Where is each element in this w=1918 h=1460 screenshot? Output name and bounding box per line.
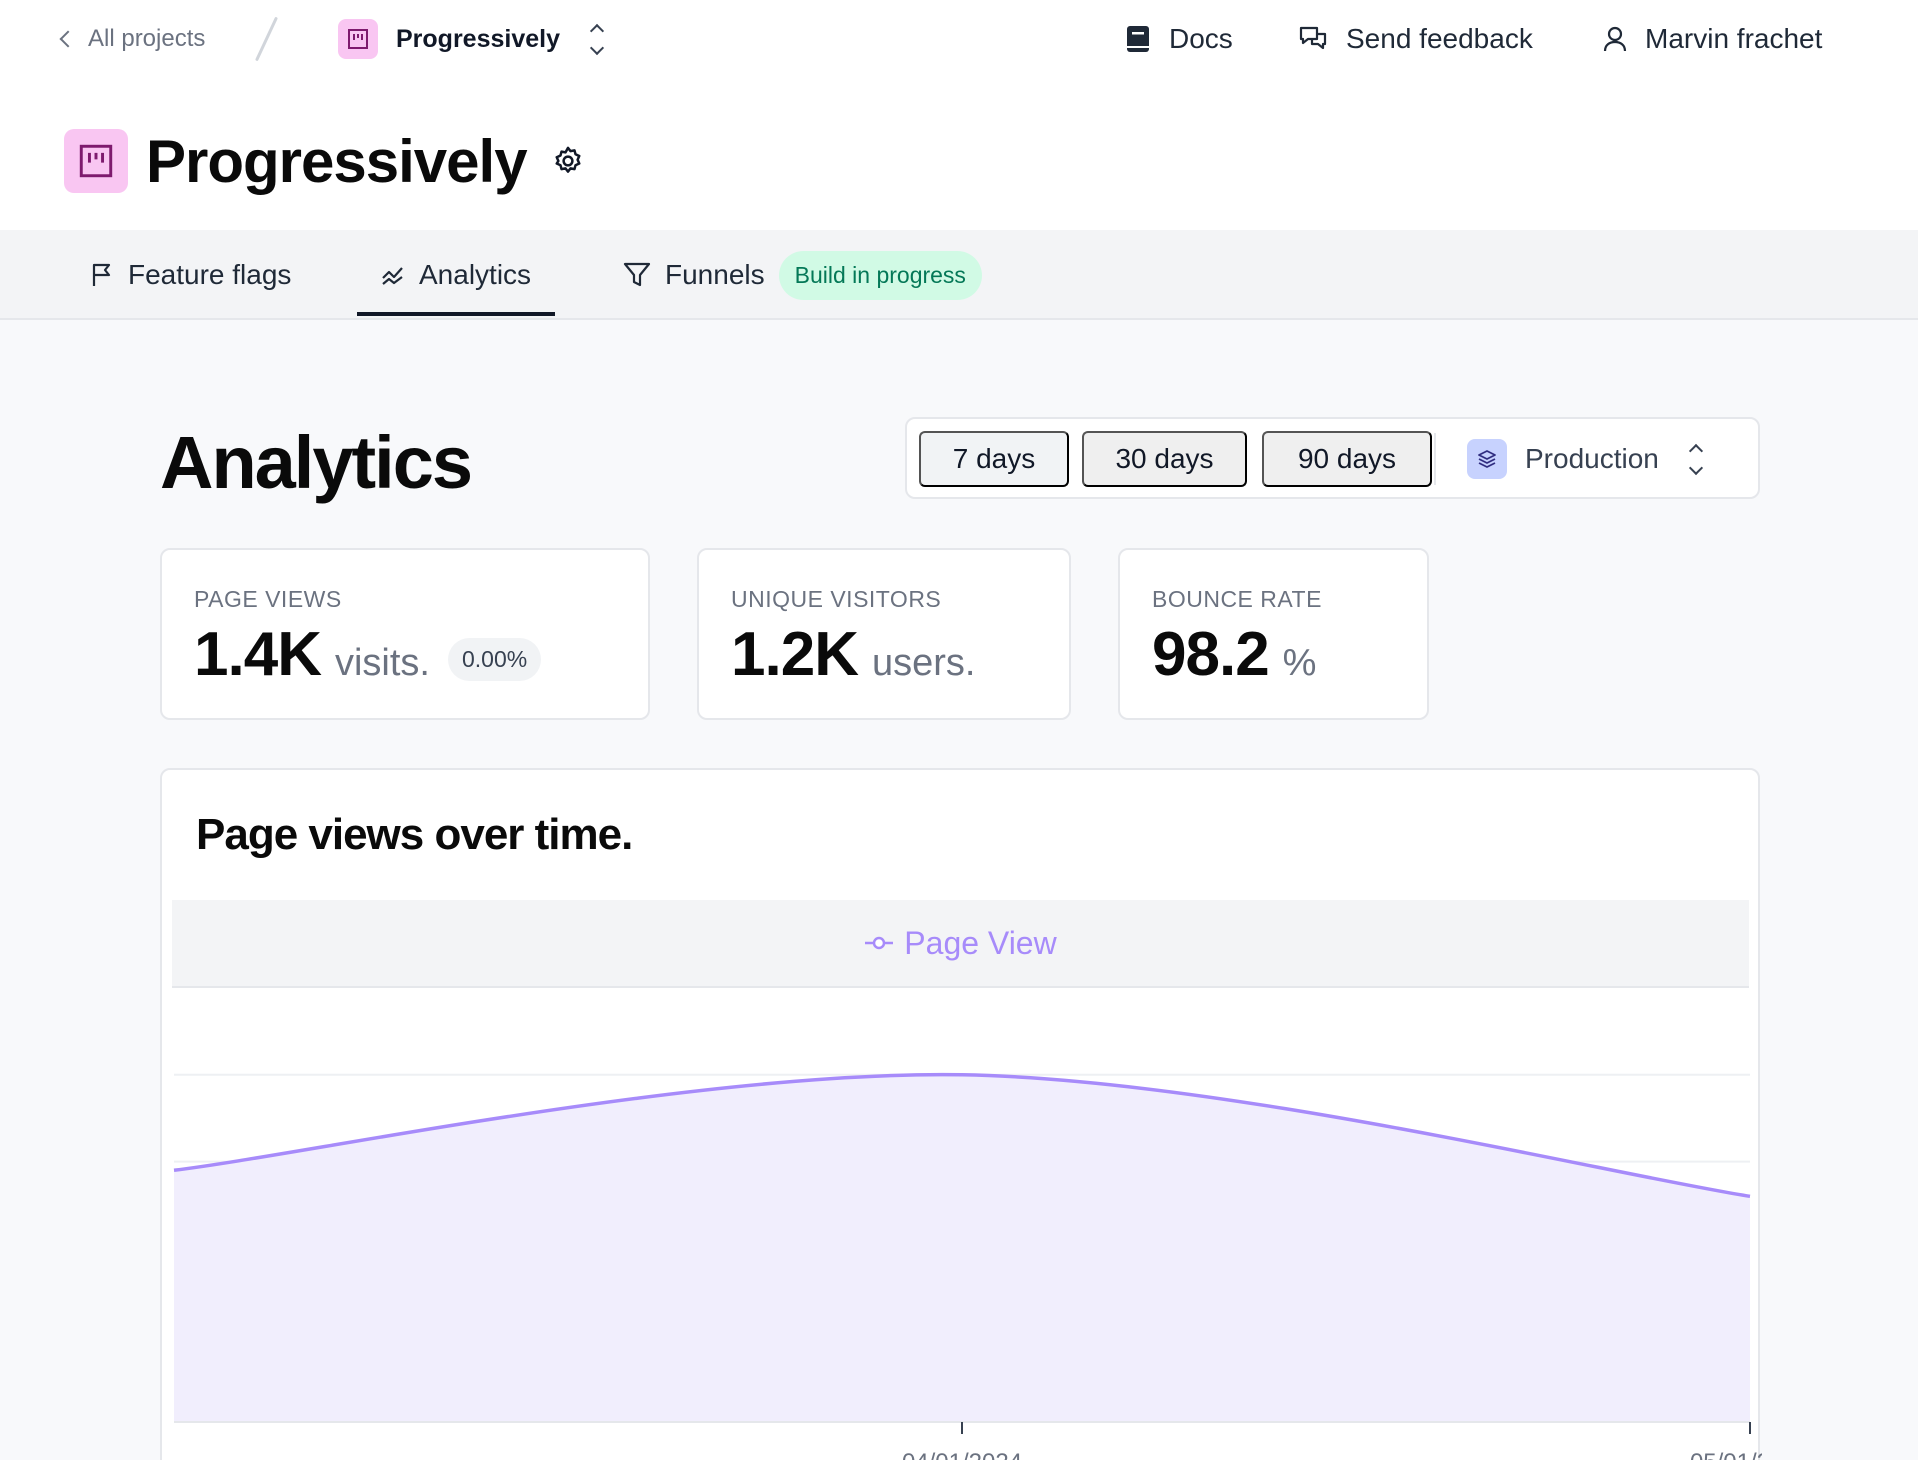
divider	[1434, 433, 1436, 485]
series-area-page-view	[174, 1074, 1750, 1422]
chat-bubbles-icon	[1299, 26, 1327, 50]
project-logo-icon	[338, 19, 378, 59]
breadcrumb-separator	[254, 0, 279, 78]
environment-label: Production	[1525, 443, 1659, 474]
user-icon	[1603, 26, 1627, 52]
top-bar: All projects Progressively Docs Send fee…	[0, 0, 1918, 78]
tab-bar: Feature flags Analytics Funnels Build in…	[0, 230, 1918, 320]
project-title: Progressively	[146, 127, 528, 195]
bounce-rate-card: BOUNCE RATE 98.2 %	[1118, 548, 1429, 720]
chevron-left-icon	[59, 30, 77, 48]
docs-label: Docs	[1169, 23, 1233, 54]
tab-funnels[interactable]: Funnels Build in progress	[623, 230, 982, 320]
chart-icon	[382, 267, 403, 285]
flag-icon	[92, 263, 111, 286]
project-switcher-label: Progressively	[396, 24, 560, 53]
chevron-up-down-icon	[589, 23, 605, 55]
user-menu[interactable]: Marvin frachet	[1603, 0, 1822, 78]
stat-value: 98.2	[1152, 620, 1270, 689]
book-icon	[1127, 26, 1149, 52]
unique-visitors-card: UNIQUE VISITORS 1.2K users.	[697, 548, 1071, 720]
page-title: Analytics	[160, 421, 473, 504]
send-feedback-button[interactable]: Send feedback	[1298, 0, 1533, 78]
docs-link[interactable]: Docs	[1125, 0, 1233, 78]
environment-select[interactable]: Production	[1467, 431, 1703, 487]
page-views-chart-card: Page views over time. Page View 04/01/20…	[160, 768, 1762, 1460]
stat-label: UNIQUE VISITORS	[731, 586, 942, 612]
stat-value: 1.4K	[194, 620, 322, 689]
stat-value: 1.2K	[731, 620, 859, 689]
area-chart: 04/01/2024 05/01/2024	[173, 1072, 1762, 1460]
tab-label: Analytics	[419, 259, 532, 290]
gear-icon[interactable]	[553, 146, 583, 176]
stat-unit: visits.	[334, 642, 430, 684]
tab-label: Funnels	[665, 259, 765, 290]
project-switcher[interactable]: Progressively	[338, 0, 605, 78]
tab-label: Feature flags	[128, 259, 292, 290]
build-status-badge: Build in progress	[778, 250, 982, 300]
range-90-days-button[interactable]: 90 days	[1262, 431, 1432, 487]
all-projects-link[interactable]: All projects	[56, 0, 205, 78]
stat-label: PAGE VIEWS	[194, 586, 342, 612]
tab-analytics[interactable]: Analytics	[357, 230, 556, 320]
funnel-icon	[623, 262, 651, 287]
tab-feature-flags[interactable]: Feature flags	[90, 230, 291, 320]
range-7-days-button[interactable]: 7 days	[919, 431, 1069, 487]
header: All projects Progressively Docs Send fee…	[0, 0, 1918, 230]
stat-label: BOUNCE RATE	[1152, 586, 1322, 612]
range-selector: 7 days 30 days 90 days Production	[905, 417, 1760, 499]
stat-unit: %	[1282, 642, 1317, 684]
x-tick-label: 05/01/2024	[1690, 1449, 1762, 1460]
layers-icon	[1467, 439, 1507, 479]
range-30-days-button[interactable]: 30 days	[1082, 431, 1247, 487]
change-badge: 0.00%	[447, 638, 542, 681]
chevron-up-down-icon	[1688, 443, 1703, 475]
project-heading: Progressively	[64, 127, 583, 195]
project-logo-icon	[64, 129, 128, 193]
x-tick-label: 04/01/2024	[902, 1449, 1022, 1460]
user-name: Marvin frachet	[1645, 23, 1823, 54]
stat-unit: users.	[871, 642, 976, 684]
all-projects-label: All projects	[88, 25, 206, 52]
send-feedback-label: Send feedback	[1346, 23, 1533, 54]
page-views-card: PAGE VIEWS 1.4K visits. 0.00%	[160, 548, 650, 720]
